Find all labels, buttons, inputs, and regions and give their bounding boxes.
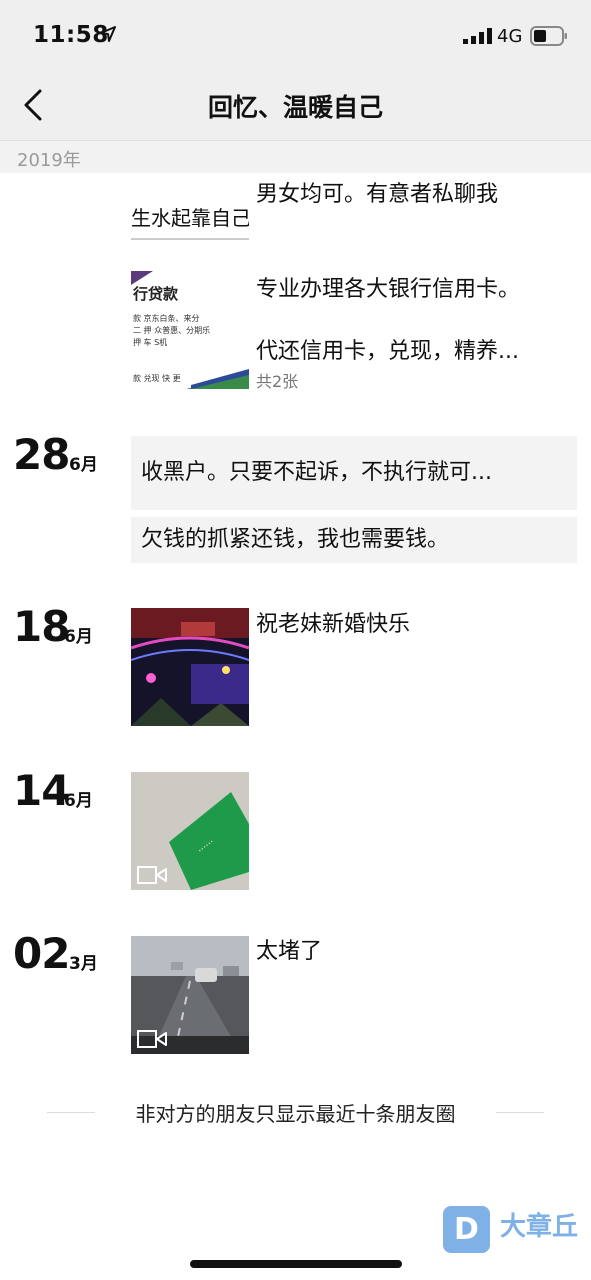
signal-icon bbox=[463, 28, 492, 44]
text-post-content: 收黑户。只要不起诉，不执行就可... bbox=[141, 460, 492, 485]
logo-text: 生水起靠自己 bbox=[131, 206, 249, 230]
post-image-loan-ad[interactable]: 行贷款 款 京东白条、来分 二 押 众普惠、分期乐 押 车 S机 款 兑现 快 … bbox=[131, 271, 249, 389]
text-post-card[interactable]: 收黑户。只要不起诉，不执行就可... bbox=[131, 436, 577, 510]
post-text-wedding[interactable]: 祝老妹新婚快乐 bbox=[256, 610, 410, 640]
watermark-text: 大章丘 bbox=[500, 1212, 579, 1242]
text-post-card[interactable]: 欠钱的抓紧还钱，我也需要钱。 bbox=[131, 517, 577, 563]
nav-bar: 回忆、温暖自己 bbox=[0, 70, 591, 141]
date-month: 3月 bbox=[69, 954, 98, 974]
battery-icon bbox=[530, 26, 567, 46]
date-month: 6月 bbox=[64, 791, 93, 811]
post-text-top[interactable]: 男女均可。有意者私聊我 bbox=[256, 180, 498, 210]
location-arrow-icon bbox=[100, 26, 116, 42]
svg-text:款 兑现 快 更: 款 兑现 快 更 bbox=[133, 373, 181, 383]
loan-title: 行贷款 bbox=[132, 285, 179, 303]
video-icon bbox=[137, 1030, 167, 1048]
post-video-traffic[interactable] bbox=[131, 936, 249, 1054]
post-image-wedding[interactable] bbox=[131, 608, 249, 726]
date-month: 6月 bbox=[64, 627, 93, 647]
svg-text:押 车 S机: 押 车 S机 bbox=[133, 337, 167, 347]
status-time: 11:58 bbox=[33, 22, 109, 48]
text-post-content: 欠钱的抓紧还钱，我也需要钱。 bbox=[141, 527, 450, 552]
post-image-logo[interactable]: 生水起靠自己 bbox=[131, 173, 249, 243]
post-text-loan-1[interactable]: 专业办理各大银行信用卡。 bbox=[256, 275, 520, 305]
footer-note: 非对方的朋友只显示最近十条朋友圈 bbox=[135, 1102, 456, 1126]
year-label: 2019年 bbox=[17, 150, 81, 171]
video-icon bbox=[137, 866, 167, 884]
image-count: 共2张 bbox=[256, 372, 299, 391]
date-day: 14 bbox=[13, 766, 70, 815]
date-day: 28 bbox=[13, 430, 70, 479]
date-day: 18 bbox=[13, 602, 70, 651]
page-title: 回忆、温暖自己 bbox=[207, 93, 383, 122]
post-text-traffic[interactable]: 太堵了 bbox=[256, 937, 322, 967]
status-bar: 11:58 4G bbox=[0, 0, 591, 70]
date-month: 6月 bbox=[69, 455, 98, 475]
home-indicator[interactable] bbox=[190, 1260, 402, 1268]
svg-text:二 押 众普惠、分期乐: 二 押 众普惠、分期乐 bbox=[133, 325, 210, 335]
post-video-sign[interactable]: …… bbox=[131, 772, 249, 890]
network-type: 4G bbox=[497, 26, 523, 47]
post-text-loan-2[interactable]: 代还信用卡，兑现，精养... bbox=[256, 337, 519, 367]
watermark-logo-icon: D bbox=[443, 1206, 490, 1253]
date-day: 02 bbox=[13, 929, 70, 978]
svg-text:款 京东白条、来分: 款 京东白条、来分 bbox=[133, 313, 200, 323]
year-header: 2019年 bbox=[0, 141, 591, 173]
